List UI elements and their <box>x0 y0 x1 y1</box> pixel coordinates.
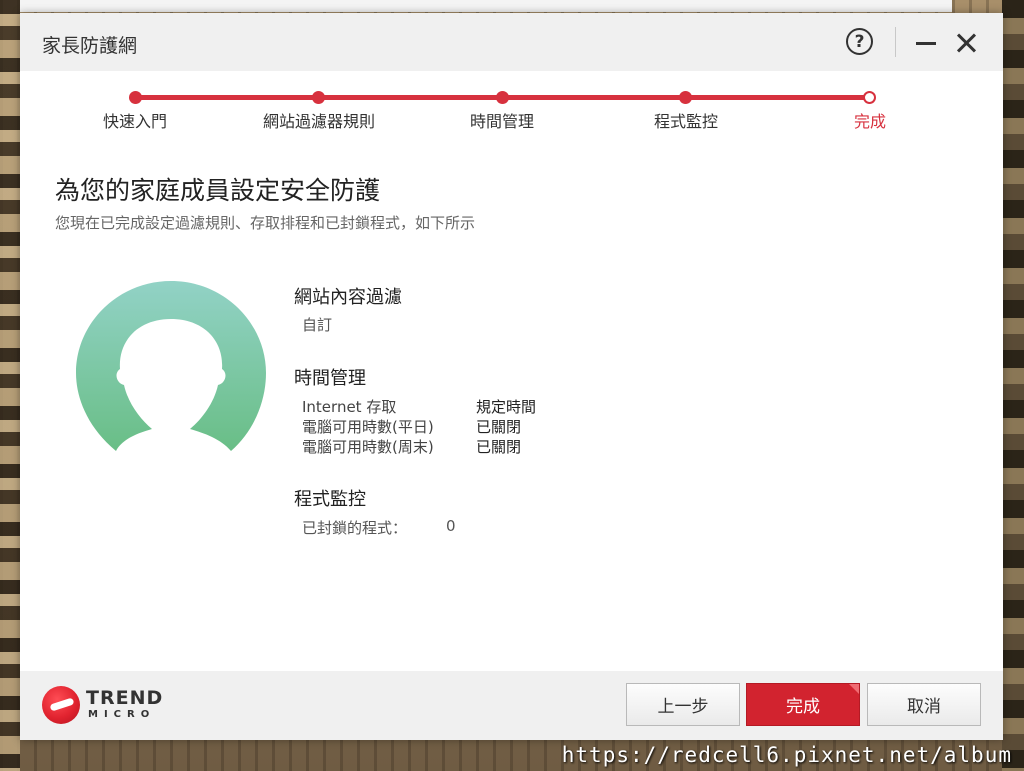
step-label-web-filter: 網站過濾器規則 <box>262 112 376 131</box>
step-label-quick-start: 快速入門 <box>102 112 168 131</box>
logo-text-micro: MICRO <box>88 709 156 720</box>
trend-micro-ball-icon <box>42 686 80 724</box>
window-title: 家長防護網 <box>42 35 138 57</box>
close-icon[interactable] <box>955 32 977 54</box>
user-avatar-icon <box>76 281 266 451</box>
blocked-programs-label: 已封鎖的程式： <box>302 519 408 537</box>
web-filter-title: 網站內容過濾 <box>294 287 402 308</box>
logo-text-trend: TREND <box>86 687 164 709</box>
page-subtitle: 您現在已完成設定過濾規則、存取排程和已封鎖程式，如下所示 <box>55 214 476 232</box>
cancel-button[interactable]: 取消 <box>867 683 981 726</box>
time-row-key: Internet 存取 <box>302 398 397 416</box>
back-button[interactable]: 上一步 <box>626 683 740 726</box>
progress-steps: 快速入門 網站過濾器規則 時間管理 程式監控 完成 <box>20 83 1003 133</box>
program-control-title: 程式監控 <box>294 489 366 510</box>
blocked-programs-count: 0 <box>446 517 456 535</box>
step-dot-time-management <box>496 91 509 104</box>
step-label-program-control: 程式監控 <box>653 112 719 131</box>
trend-micro-logo: TREND MICRO <box>42 685 162 725</box>
background-paper-left <box>0 0 20 771</box>
time-row-value: 已關閉 <box>476 438 522 456</box>
title-bar[interactable]: 家長防護網 ? <box>20 13 1003 71</box>
dialog-footer: TREND MICRO 上一步 完成 取消 <box>20 671 1003 740</box>
background-paper-right <box>1002 0 1024 771</box>
time-row-key: 電腦可用時數(周末) <box>302 438 434 456</box>
step-label-time-management: 時間管理 <box>469 112 535 131</box>
time-row-key: 電腦可用時數(平日) <box>302 418 434 436</box>
step-dot-program-control <box>679 91 692 104</box>
page-title: 為您的家庭成員設定安全防護 <box>55 176 381 205</box>
time-row-internet-access: Internet 存取 規定時間 <box>302 396 702 416</box>
parental-controls-dialog: 家長防護網 ? 快速入門 網站過濾器規則 時間管理 程式監控 完成 為您的家庭成… <box>20 13 1003 740</box>
step-label-finish: 完成 <box>853 112 887 131</box>
time-management-title: 時間管理 <box>294 368 366 389</box>
minimize-icon[interactable] <box>916 35 936 51</box>
time-row-value: 已關閉 <box>476 418 522 436</box>
time-row-value: 規定時間 <box>476 398 537 416</box>
step-dot-quick-start <box>129 91 142 104</box>
step-dot-web-filter <box>312 91 325 104</box>
titlebar-divider <box>895 27 896 57</box>
web-filter-value: 自訂 <box>302 316 333 334</box>
finish-button[interactable]: 完成 <box>746 683 860 726</box>
help-icon[interactable]: ? <box>846 28 873 55</box>
step-dot-finish <box>863 91 876 104</box>
time-row-weekend-hours: 電腦可用時數(周末) 已關閉 <box>302 436 702 456</box>
background-window-edge <box>20 0 952 12</box>
help-glyph: ? <box>854 31 865 52</box>
watermark-url: https://redcell6.pixnet.net/album <box>561 743 1012 767</box>
time-row-weekday-hours: 電腦可用時數(平日) 已關閉 <box>302 416 702 436</box>
